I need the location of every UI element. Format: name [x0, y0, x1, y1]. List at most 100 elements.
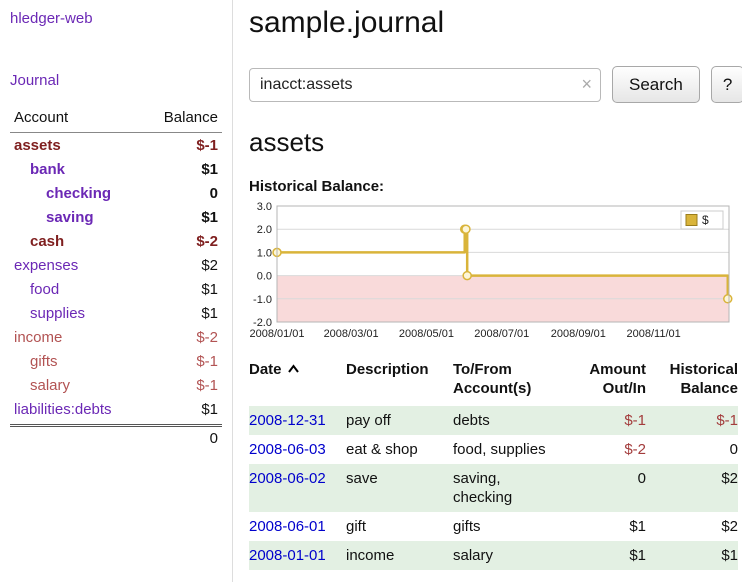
account-row: food $1	[10, 277, 222, 301]
account-column-header: To/From Account(s)	[453, 360, 571, 406]
svg-text:1.0: 1.0	[257, 247, 272, 259]
account-row: supplies $1	[10, 301, 222, 325]
sidebar-account-gifts[interactable]: gifts	[14, 352, 58, 371]
sidebar-account-cash[interactable]: cash	[14, 232, 64, 251]
transaction-accounts: debts	[453, 406, 571, 435]
account-balance: $-2	[196, 232, 218, 251]
amount-column-header: Amount Out/In	[571, 360, 646, 406]
transaction-description: gift	[346, 512, 453, 541]
register-table: Date Description To/From Account(s) Amou…	[249, 360, 738, 570]
account-row: checking 0	[10, 181, 222, 205]
account-balance: $1	[201, 304, 218, 323]
search-button[interactable]: Search	[612, 66, 700, 103]
account-balance: $-1	[196, 136, 218, 155]
account-balance: $1	[201, 160, 218, 179]
transaction-amount: $-1	[571, 406, 646, 435]
svg-text:-1.0: -1.0	[253, 294, 272, 306]
transaction-date-link[interactable]: 2008-06-02	[249, 470, 326, 487]
account-row: saving $1	[10, 205, 222, 229]
account-row: expenses $2	[10, 253, 222, 277]
accounts-total: 0	[10, 424, 222, 450]
account-balance: $-1	[196, 376, 218, 395]
svg-text:0.0: 0.0	[257, 271, 272, 283]
account-row: assets $-1	[10, 133, 222, 157]
clear-search-icon[interactable]: ×	[581, 74, 592, 94]
transaction-amount: $1	[571, 512, 646, 541]
transaction-accounts: saving, checking	[453, 464, 571, 512]
transaction-amount: 0	[571, 464, 646, 512]
register-row: 2008-12-31 pay off debts $-1 $-1	[249, 406, 738, 435]
register-row: 2008-06-01 gift gifts $1 $2	[249, 512, 738, 541]
balance-chart-svg: 3.02.01.00.0-1.0-2.02008/01/012008/03/01…	[249, 200, 733, 344]
search-input[interactable]	[249, 68, 601, 102]
transaction-description: income	[346, 541, 453, 570]
transaction-description: eat & shop	[346, 435, 453, 464]
sidebar: hledger-web Journal Account Balance asse…	[0, 0, 233, 582]
svg-text:2008/11/01: 2008/11/01	[627, 328, 681, 340]
account-row: salary $-1	[10, 373, 222, 397]
sidebar-account-supplies[interactable]: supplies	[14, 304, 85, 323]
description-column-header: Description	[346, 360, 453, 406]
account-balance: $1	[201, 208, 218, 227]
sidebar-account-food[interactable]: food	[14, 280, 59, 299]
svg-text:2008/07/01: 2008/07/01	[474, 328, 529, 340]
help-button[interactable]: ?	[711, 66, 742, 103]
transaction-balance: $2	[646, 464, 738, 512]
transaction-accounts: salary	[453, 541, 571, 570]
sidebar-account-checking[interactable]: checking	[14, 184, 111, 203]
transaction-accounts: gifts	[453, 512, 571, 541]
sidebar-account-liabilities-debts[interactable]: liabilities:debts	[14, 400, 112, 419]
search-form: × Search ?	[249, 66, 742, 103]
legend-label: $	[702, 213, 709, 227]
accounts-table-header: Account Balance	[10, 109, 222, 133]
transaction-amount: $-2	[571, 435, 646, 464]
app-title-link[interactable]: hledger-web	[10, 10, 222, 27]
account-balance: $-2	[196, 328, 218, 347]
account-row: bank $1	[10, 157, 222, 181]
svg-text:3.0: 3.0	[257, 201, 272, 213]
transaction-balance: $-1	[646, 406, 738, 435]
account-row: liabilities:debts $1	[10, 397, 222, 421]
page-title: sample.journal	[249, 6, 742, 40]
register-header-row: Date Description To/From Account(s) Amou…	[249, 360, 738, 406]
svg-text:2008/01/01: 2008/01/01	[249, 328, 304, 340]
sidebar-account-bank[interactable]: bank	[14, 160, 65, 179]
sidebar-account-income[interactable]: income	[14, 328, 62, 347]
transaction-balance: $2	[646, 512, 738, 541]
date-column-header[interactable]: Date	[249, 360, 346, 406]
transaction-accounts: food, supplies	[453, 435, 571, 464]
account-row: gifts $-1	[10, 349, 222, 373]
main-content: sample.journal × Search ? assets Histori…	[233, 0, 742, 582]
account-row: cash $-2	[10, 229, 222, 253]
transaction-description: save	[346, 464, 453, 512]
sidebar-account-saving[interactable]: saving	[14, 208, 94, 227]
account-balance: $1	[201, 400, 218, 419]
balance-column-header: Historical Balance	[646, 360, 738, 406]
transaction-date-link[interactable]: 2008-12-31	[249, 412, 326, 429]
balance-column-header: Balance	[164, 109, 218, 126]
account-row: income $-2	[10, 325, 222, 349]
account-balance: $-1	[196, 352, 218, 371]
sidebar-account-expenses[interactable]: expenses	[14, 256, 78, 275]
sidebar-account-assets[interactable]: assets	[14, 136, 61, 155]
transaction-date-link[interactable]: 2008-01-01	[249, 547, 326, 564]
sort-ascending-icon	[287, 364, 300, 374]
register-row: 2008-01-01 income salary $1 $1	[249, 541, 738, 570]
account-balance: 0	[210, 184, 218, 203]
accounts-table: Account Balance assets $-1 bank $1 check…	[10, 109, 222, 450]
sidebar-account-salary[interactable]: salary	[14, 376, 70, 395]
legend-swatch-icon	[686, 215, 697, 226]
hledger-web-app: hledger-web Journal Account Balance asse…	[0, 0, 742, 582]
transaction-date-link[interactable]: 2008-06-01	[249, 518, 326, 535]
chart-title: Historical Balance:	[249, 178, 742, 195]
account-balance: $1	[201, 280, 218, 299]
svg-text:2.0: 2.0	[257, 224, 272, 236]
register-row: 2008-06-02 save saving, checking 0 $2	[249, 464, 738, 512]
svg-text:2008/05/01: 2008/05/01	[399, 328, 454, 340]
transaction-date-link[interactable]: 2008-06-03	[249, 441, 326, 458]
transaction-amount: $1	[571, 541, 646, 570]
svg-text:2008/03/01: 2008/03/01	[324, 328, 379, 340]
historical-balance-chart: 3.02.01.00.0-1.0-2.02008/01/012008/03/01…	[249, 200, 742, 348]
svg-text:2008/09/01: 2008/09/01	[551, 328, 606, 340]
sidebar-item-journal[interactable]: Journal	[10, 72, 222, 89]
